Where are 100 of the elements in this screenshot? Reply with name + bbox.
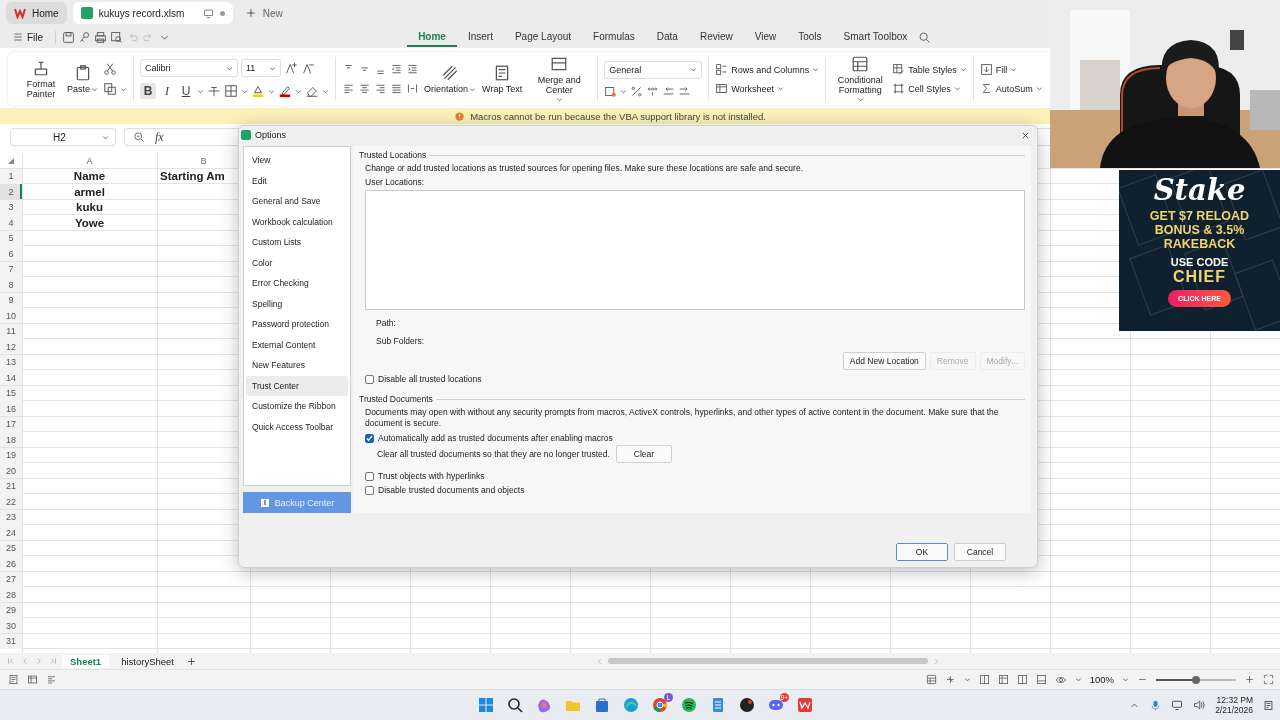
caret-icon[interactable] xyxy=(102,133,109,141)
start-icon[interactable] xyxy=(478,697,494,713)
row-header[interactable]: 24 xyxy=(0,525,22,540)
caret-icon[interactable] xyxy=(269,64,276,72)
number-format-select[interactable]: General xyxy=(604,60,703,79)
font-color-icon[interactable] xyxy=(278,84,292,98)
new-tab-button[interactable]: New xyxy=(238,7,289,19)
increase-decimal-icon[interactable] xyxy=(678,84,692,98)
caret-icon[interactable] xyxy=(963,676,971,683)
ribbon-tab[interactable]: Smart Toolbox xyxy=(832,27,919,47)
table-icon[interactable] xyxy=(925,674,937,685)
thousands-icon[interactable] xyxy=(646,84,660,98)
fill-button[interactable]: Fill xyxy=(979,63,1043,76)
italic-button[interactable]: I xyxy=(159,83,175,99)
ribbon-tab[interactable]: Page Layout xyxy=(503,27,583,47)
page-layout-icon[interactable] xyxy=(1016,674,1028,685)
ribbon-tab[interactable]: Home xyxy=(407,27,457,47)
nav-item[interactable]: Error Checking xyxy=(246,273,348,294)
font-size-select[interactable]: 11 xyxy=(241,59,281,77)
zoom-icon[interactable] xyxy=(133,131,145,143)
nav-item[interactable]: Password protection xyxy=(246,314,348,335)
percent-icon[interactable] xyxy=(630,84,644,98)
ribbon-tab[interactable]: Formulas xyxy=(582,27,646,47)
wave-icon[interactable] xyxy=(623,697,639,713)
font-select[interactable]: Calibri xyxy=(140,59,238,77)
display-icon[interactable] xyxy=(1171,699,1184,711)
checkbox[interactable] xyxy=(365,374,374,384)
striped-circle-icon[interactable] xyxy=(681,697,697,713)
copy-icon[interactable] xyxy=(103,82,117,96)
zigzag-square-icon[interactable] xyxy=(797,697,813,713)
row-header[interactable]: 22 xyxy=(0,494,22,509)
font-grow-icon[interactable] xyxy=(284,61,298,75)
nav-item[interactable]: External Content xyxy=(246,334,348,355)
nav-item[interactable]: Custom Lists xyxy=(246,232,348,253)
zoom-in-icon[interactable] xyxy=(1244,674,1255,685)
row-header[interactable]: 4 xyxy=(0,215,22,230)
dialog-button[interactable]: Add New Location xyxy=(842,352,926,370)
column-header[interactable]: A xyxy=(86,155,93,166)
caret-icon[interactable] xyxy=(1122,676,1129,683)
scissors-icon[interactable] xyxy=(103,62,117,76)
caret-icon[interactable] xyxy=(226,64,233,72)
checkbox[interactable] xyxy=(365,471,374,481)
wrap-text-button[interactable]: Wrap Text xyxy=(481,64,524,94)
zoom-level[interactable]: 100% xyxy=(1089,674,1114,685)
nav-item[interactable]: Trust Center xyxy=(246,375,348,396)
column-header[interactable]: B xyxy=(200,155,207,166)
nav-item[interactable]: View xyxy=(246,150,348,171)
swirl-icon[interactable] xyxy=(536,697,552,713)
caret-icon[interactable] xyxy=(268,87,275,95)
caret-icon[interactable] xyxy=(856,96,864,103)
print-preview-icon[interactable] xyxy=(110,30,124,44)
sheet-icon[interactable] xyxy=(27,674,38,685)
borders-icon[interactable] xyxy=(224,84,238,98)
table-styles-button[interactable]: Table Styles xyxy=(892,63,967,76)
browser-tab[interactable]: Home xyxy=(6,2,67,24)
indent-icon[interactable] xyxy=(406,63,419,76)
caret-icon[interactable] xyxy=(953,85,961,92)
caret-icon[interactable] xyxy=(555,96,563,103)
eraser-icon[interactable] xyxy=(305,84,319,98)
search-icon[interactable] xyxy=(507,697,523,713)
row-header[interactable]: 16 xyxy=(0,401,22,416)
row-header[interactable]: 6 xyxy=(0,246,22,261)
caret-icon[interactable] xyxy=(777,85,785,92)
dotted-circle-icon[interactable] xyxy=(739,697,755,713)
cancel-button[interactable]: Cancel xyxy=(954,543,1006,561)
row-header[interactable]: 12 xyxy=(0,339,22,354)
ribbon-tab[interactable]: Tools xyxy=(787,27,833,47)
currency-format-icon[interactable] xyxy=(604,84,618,98)
align-right-icon[interactable] xyxy=(374,82,387,95)
list-icon[interactable] xyxy=(46,674,57,685)
zoom-slider[interactable] xyxy=(1156,678,1236,681)
autosum-button[interactable]: AutoSum xyxy=(979,82,1043,95)
caret-icon[interactable] xyxy=(322,87,329,95)
checkbox[interactable] xyxy=(365,485,374,495)
add-sheet-icon[interactable] xyxy=(185,655,197,667)
ribbon-tab[interactable]: View xyxy=(743,27,788,47)
select-all-icon[interactable] xyxy=(8,157,14,164)
caret-icon[interactable] xyxy=(812,66,820,73)
reading-icon[interactable] xyxy=(978,674,990,685)
monitor-icon[interactable] xyxy=(202,7,214,19)
notepad-icon[interactable] xyxy=(710,697,726,713)
speaker-icon[interactable] xyxy=(1193,699,1206,711)
align-left-icon[interactable] xyxy=(342,82,355,95)
nav-item[interactable]: Customize the Ribbon xyxy=(246,396,348,417)
file-menu[interactable]: File xyxy=(8,31,48,43)
clear-button[interactable]: Clear xyxy=(615,445,672,463)
nav-item[interactable]: Color xyxy=(246,252,348,273)
browser-icon[interactable] xyxy=(652,697,668,713)
strikethrough-icon[interactable] xyxy=(207,84,221,98)
caret-icon[interactable] xyxy=(1010,66,1018,73)
rows-columns-button[interactable]: Rows and Columns xyxy=(715,63,820,76)
move-icon[interactable] xyxy=(944,674,956,685)
row-header[interactable]: 8 xyxy=(0,277,22,292)
caret-icon[interactable] xyxy=(1035,85,1043,92)
orientation-button[interactable]: Orientation xyxy=(423,64,478,94)
caret-icon[interactable] xyxy=(959,66,967,73)
clock[interactable]: 12:32 PM 2/21/2026 xyxy=(1215,695,1253,715)
paste-button[interactable]: Paste xyxy=(66,64,99,94)
caret-icon[interactable] xyxy=(1074,676,1082,683)
caret-icon[interactable] xyxy=(241,87,248,95)
